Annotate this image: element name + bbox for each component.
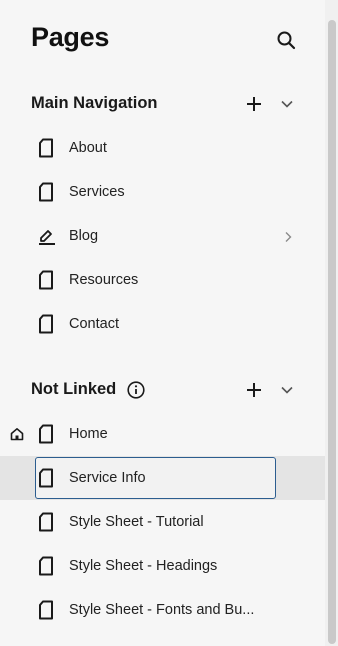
nav-item-label: Style Sheet - Fonts and Bu... bbox=[69, 602, 255, 618]
not-linked-item-style-sheet-tutorial[interactable]: Style Sheet - Tutorial bbox=[0, 500, 325, 544]
nav-item-label: Resources bbox=[69, 272, 139, 288]
not-linked-item-home[interactable]: Home bbox=[0, 412, 325, 456]
nav-item-contact[interactable]: Contact bbox=[0, 302, 325, 346]
page-icon bbox=[38, 138, 54, 158]
nav-item-label: Style Sheet - Headings bbox=[69, 558, 218, 574]
nav-item-services[interactable]: Services bbox=[0, 170, 325, 214]
nav-item-label: About bbox=[69, 140, 107, 156]
chevron-right-icon[interactable] bbox=[283, 230, 293, 242]
search-icon[interactable] bbox=[275, 29, 297, 51]
home-icon bbox=[10, 427, 24, 441]
page-title: Pages bbox=[31, 22, 110, 52]
add-page-plus-icon[interactable] bbox=[245, 95, 263, 113]
section-main-navigation: Main Navigation bbox=[0, 90, 322, 118]
add-page-plus-icon[interactable] bbox=[245, 381, 263, 399]
blog-icon bbox=[38, 226, 55, 246]
nav-item-label: Services bbox=[69, 184, 125, 200]
chevron-down-icon[interactable] bbox=[280, 97, 294, 111]
nav-item-label: Home bbox=[69, 426, 108, 442]
not-linked-item-style-sheet-headings[interactable]: Style Sheet - Headings bbox=[0, 544, 325, 588]
not-linked-item-service-info[interactable]: Service Info bbox=[0, 456, 325, 500]
section-title: Not Linked bbox=[31, 380, 117, 398]
nav-item-label: Service Info bbox=[69, 470, 146, 486]
page-icon bbox=[38, 600, 54, 620]
page-icon bbox=[38, 314, 54, 334]
nav-item-label: Blog bbox=[69, 228, 99, 244]
nav-item-resources[interactable]: Resources bbox=[0, 258, 325, 302]
nav-item-blog[interactable]: Blog bbox=[0, 214, 325, 258]
nav-item-about[interactable]: About bbox=[0, 126, 325, 170]
page-icon bbox=[38, 468, 54, 488]
page-icon bbox=[38, 270, 54, 290]
page-icon bbox=[38, 512, 54, 532]
page-icon bbox=[38, 556, 54, 576]
page-icon bbox=[38, 424, 54, 444]
nav-item-label: Style Sheet - Tutorial bbox=[69, 514, 204, 530]
section-not-linked: Not Linked bbox=[0, 376, 322, 404]
chevron-down-icon[interactable] bbox=[280, 383, 294, 397]
nav-item-label: Contact bbox=[69, 316, 119, 332]
scrollbar-thumb[interactable] bbox=[328, 20, 336, 644]
info-icon[interactable] bbox=[127, 381, 145, 399]
pages-panel: Pages Main Navigation About Services Blo… bbox=[0, 0, 338, 646]
page-icon bbox=[38, 182, 54, 202]
section-title: Main Navigation bbox=[31, 94, 158, 112]
not-linked-item-style-sheet-fonts[interactable]: Style Sheet - Fonts and Bu... bbox=[0, 588, 325, 632]
